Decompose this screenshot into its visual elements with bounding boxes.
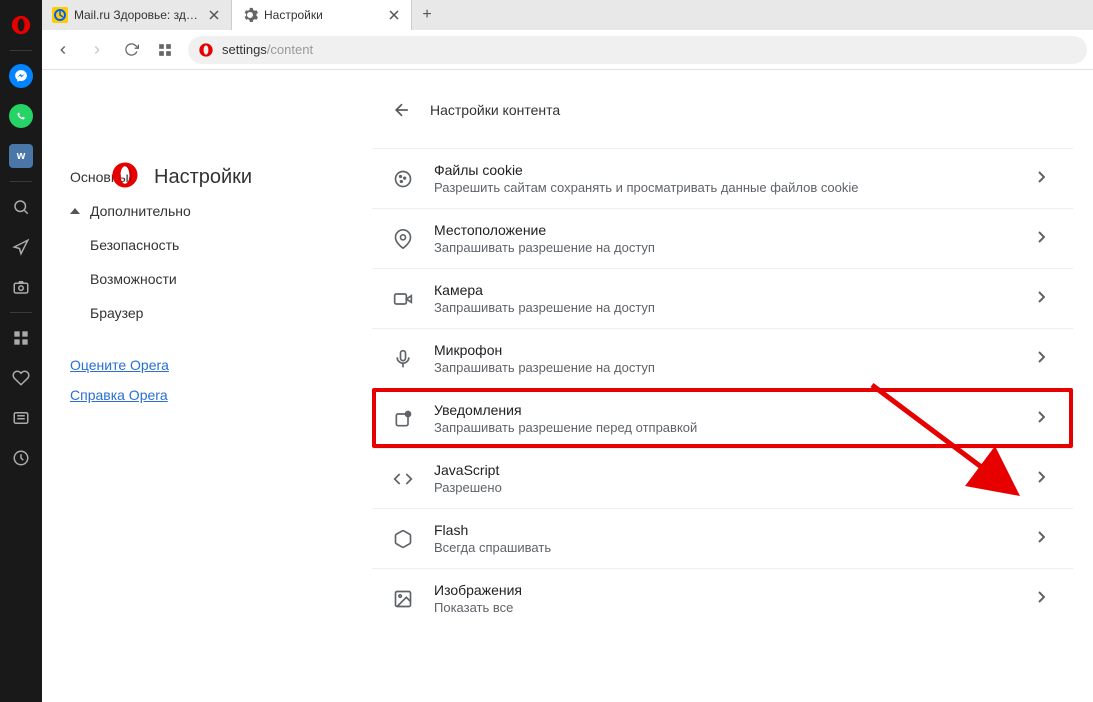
new-tab-button[interactable]: + [412,0,442,30]
location-icon [392,228,414,250]
content-header: Настройки контента [372,100,1073,148]
row-subtitle: Разрешено [434,480,1017,495]
gear-favicon-icon [242,7,258,23]
flash-icon [392,528,414,550]
page-title: Настройки [154,166,252,189]
chevron-right-icon [1037,530,1045,548]
setting-row-javascript[interactable]: JavaScript Разрешено [372,448,1073,508]
row-subtitle: Разрешить сайтам сохранять и просматрива… [434,180,1017,195]
mailru-favicon-icon [52,7,68,23]
row-title: Изображения [434,582,1017,598]
content: Настройки Основные Дополнительно Безопас… [42,70,1093,702]
javascript-icon [392,468,414,490]
messenger-icon[interactable] [0,57,42,95]
tab-label: Mail.ru Здоровье: здоров [74,8,201,22]
nav-help-link[interactable]: Справка Opera [70,380,372,410]
snapshot-icon[interactable] [0,268,42,306]
history-icon[interactable] [0,439,42,477]
news-icon[interactable] [0,399,42,437]
camera-icon [392,288,414,310]
address-bar[interactable]: settings/content [188,36,1087,64]
nav-browser[interactable]: Браузер [90,296,372,330]
opera-logo-icon [110,160,140,195]
row-title: JavaScript [434,462,1017,478]
nav-advanced-label: Дополнительно [90,203,191,219]
row-title: Файлы cookie [434,162,1017,178]
images-icon [392,588,414,610]
chevron-right-icon [1037,290,1045,308]
tab-mailru[interactable]: Mail.ru Здоровье: здоров [42,0,232,30]
row-body: Flash Всегда спрашивать [434,522,1017,555]
setting-row-cookies[interactable]: Файлы cookie Разрешить сайтам сохранять и… [372,148,1073,208]
main-area: Mail.ru Здоровье: здоров Настройки + set… [42,0,1093,702]
row-body: JavaScript Разрешено [434,462,1017,495]
app-sidebar: w [0,0,42,702]
speed-dial-icon[interactable] [0,319,42,357]
row-subtitle: Запрашивать разрешение на доступ [434,300,1017,315]
back-button[interactable] [48,35,78,65]
setting-row-location[interactable]: Местоположение Запрашивать разрешение на … [372,208,1073,268]
settings-main: Настройки контента Файлы cookie Разрешить… [372,70,1093,702]
whatsapp-icon[interactable] [0,97,42,135]
row-body: Файлы cookie Разрешить сайтам сохранять и… [434,162,1017,195]
back-arrow-icon[interactable] [392,100,412,120]
divider [10,50,32,51]
row-title: Flash [434,522,1017,538]
reload-button[interactable] [116,35,146,65]
tab-bar: Mail.ru Здоровье: здоров Настройки + [42,0,1093,30]
setting-row-camera[interactable]: Камера Запрашивать разрешение на доступ [372,268,1073,328]
row-subtitle: Запрашивать разрешение перед отправкой [434,420,1017,435]
row-body: Изображения Показать все [434,582,1017,615]
setting-row-flash[interactable]: Flash Всегда спрашивать [372,508,1073,568]
row-subtitle: Запрашивать разрешение на доступ [434,240,1017,255]
send-icon[interactable] [0,228,42,266]
row-title: Местоположение [434,222,1017,238]
content-title: Настройки контента [430,102,560,118]
row-body: Микрофон Запрашивать разрешение на доступ [434,342,1017,375]
row-body: Уведомления Запрашивать разрешение перед … [434,402,1017,435]
divider [10,312,32,313]
chevron-right-icon [1037,350,1045,368]
chevron-right-icon [1037,230,1045,248]
row-subtitle: Запрашивать разрешение на доступ [434,360,1017,375]
setting-row-images[interactable]: Изображения Показать все [372,568,1073,628]
chevron-right-icon [1037,590,1045,608]
chevron-right-icon [1037,410,1045,428]
settings-header: Настройки [110,160,252,195]
nav-features[interactable]: Возможности [90,262,372,296]
forward-button[interactable] [82,35,112,65]
close-icon[interactable] [387,8,401,22]
nav-advanced[interactable]: Дополнительно [70,194,372,228]
cookies-icon [392,168,414,190]
speed-dial-button[interactable] [150,35,180,65]
search-icon[interactable] [0,188,42,226]
opera-logo-icon[interactable] [0,6,42,44]
row-subtitle: Всегда спрашивать [434,540,1017,555]
nav-security[interactable]: Безопасность [90,228,372,262]
tab-label: Настройки [264,8,381,22]
tab-settings[interactable]: Настройки [232,0,412,30]
vk-icon[interactable]: w [0,137,42,175]
row-body: Камера Запрашивать разрешение на доступ [434,282,1017,315]
toolbar: settings/content [42,30,1093,70]
divider [10,181,32,182]
row-title: Микрофон [434,342,1017,358]
row-title: Камера [434,282,1017,298]
nav-rate-link[interactable]: Оцените Opera [70,350,372,380]
row-title: Уведомления [434,402,1017,418]
heart-icon[interactable] [0,359,42,397]
setting-row-microphone[interactable]: Микрофон Запрашивать разрешение на доступ [372,328,1073,388]
chevron-right-icon [1037,170,1045,188]
row-body: Местоположение Запрашивать разрешение на … [434,222,1017,255]
microphone-icon [392,348,414,370]
setting-row-notifications[interactable]: Уведомления Запрашивать разрешение перед … [372,388,1073,448]
opera-url-icon [198,42,214,58]
address-text: settings/content [222,42,313,57]
close-icon[interactable] [207,8,221,22]
chevron-right-icon [1037,470,1045,488]
notifications-icon [392,408,414,430]
row-subtitle: Показать все [434,600,1017,615]
